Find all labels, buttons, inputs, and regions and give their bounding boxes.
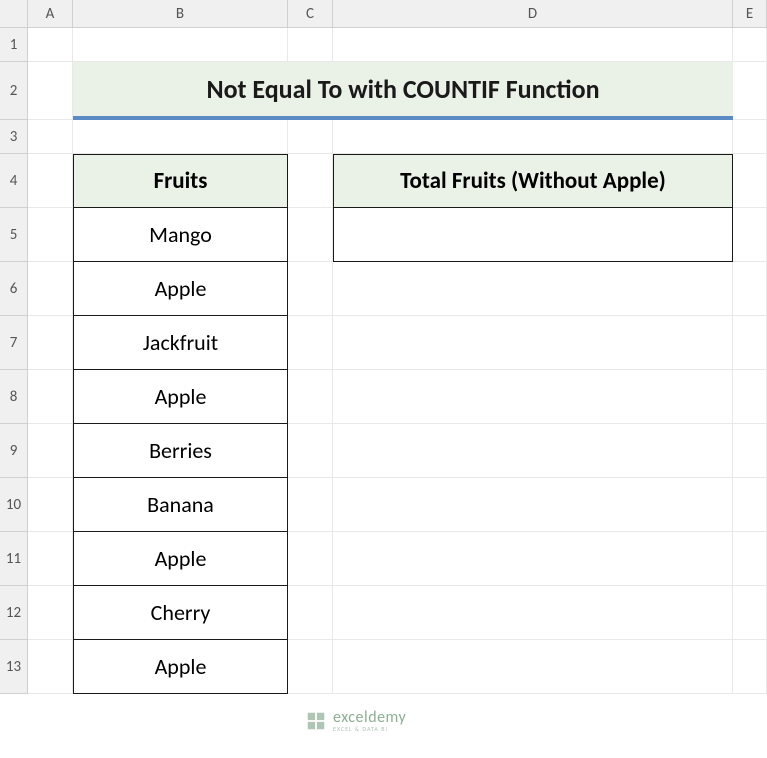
cell-D12[interactable]: [333, 586, 733, 640]
cell-D8[interactable]: [333, 370, 733, 424]
cell-A1[interactable]: [28, 28, 73, 62]
cell-E8[interactable]: [733, 370, 767, 424]
select-all-corner[interactable]: [0, 0, 28, 28]
cell-B9[interactable]: Berries: [73, 424, 288, 478]
cell-A6[interactable]: [28, 262, 73, 316]
watermark-name: exceldemy: [333, 710, 406, 726]
cell-D9[interactable]: [333, 424, 733, 478]
cell-E1[interactable]: [733, 28, 767, 62]
row-header-8[interactable]: 8: [0, 370, 28, 424]
col-header-C[interactable]: C: [288, 0, 333, 28]
cell-C13[interactable]: [288, 640, 333, 694]
cell-E13[interactable]: [733, 640, 767, 694]
cell-C6[interactable]: [288, 262, 333, 316]
cell-E12[interactable]: [733, 586, 767, 640]
cell-E5[interactable]: [733, 208, 767, 262]
cell-C11[interactable]: [288, 532, 333, 586]
header-fruits[interactable]: Fruits: [73, 154, 288, 208]
col-header-E[interactable]: E: [733, 0, 767, 28]
cell-C8[interactable]: [288, 370, 333, 424]
cell-B10[interactable]: Banana: [73, 478, 288, 532]
cell-D6[interactable]: [333, 262, 733, 316]
cell-D7[interactable]: [333, 316, 733, 370]
row-header-9[interactable]: 9: [0, 424, 28, 478]
cell-C1[interactable]: [288, 28, 333, 62]
cell-A4[interactable]: [28, 154, 73, 208]
cell-D13[interactable]: [333, 640, 733, 694]
cell-E11[interactable]: [733, 532, 767, 586]
cell-C7[interactable]: [288, 316, 333, 370]
cell-E9[interactable]: [733, 424, 767, 478]
cell-A7[interactable]: [28, 316, 73, 370]
cell-B3[interactable]: [73, 120, 288, 154]
cell-B7[interactable]: Jackfruit: [73, 316, 288, 370]
cell-D10[interactable]: [333, 478, 733, 532]
logo-icon: [305, 710, 327, 732]
cell-D11[interactable]: [333, 532, 733, 586]
col-header-D[interactable]: D: [333, 0, 733, 28]
row-header-2[interactable]: 2: [0, 62, 28, 120]
row-header-11[interactable]: 11: [0, 532, 28, 586]
title-cell[interactable]: Not Equal To with COUNTIF Function: [73, 62, 733, 120]
cell-E3[interactable]: [733, 120, 767, 154]
col-header-A[interactable]: A: [28, 0, 73, 28]
cell-B13[interactable]: Apple: [73, 640, 288, 694]
cell-B5[interactable]: Mango: [73, 208, 288, 262]
cell-B12[interactable]: Cherry: [73, 586, 288, 640]
watermark-tag: EXCEL & DATA BI: [333, 726, 406, 732]
cell-B8[interactable]: Apple: [73, 370, 288, 424]
cell-B11[interactable]: Apple: [73, 532, 288, 586]
cell-C4[interactable]: [288, 154, 333, 208]
cell-E7[interactable]: [733, 316, 767, 370]
cell-D5-result[interactable]: [333, 208, 733, 262]
spreadsheet-grid[interactable]: A B C D E 1 2 3 4 5 6 7 8 9 10 11 12 13: [0, 0, 767, 694]
cell-D3[interactable]: [333, 120, 733, 154]
col-header-B[interactable]: B: [73, 0, 288, 28]
cell-B1[interactable]: [73, 28, 288, 62]
cell-E10[interactable]: [733, 478, 767, 532]
cell-C12[interactable]: [288, 586, 333, 640]
row-header-1[interactable]: 1: [0, 28, 28, 62]
cell-A12[interactable]: [28, 586, 73, 640]
row-header-10[interactable]: 10: [0, 478, 28, 532]
cell-A3[interactable]: [28, 120, 73, 154]
row-header-3[interactable]: 3: [0, 120, 28, 154]
cell-A8[interactable]: [28, 370, 73, 424]
cell-A5[interactable]: [28, 208, 73, 262]
header-total[interactable]: Total Fruits (Without Apple): [333, 154, 733, 208]
cell-C10[interactable]: [288, 478, 333, 532]
cell-E2[interactable]: [733, 62, 767, 120]
row-header-4[interactable]: 4: [0, 154, 28, 208]
cell-C3[interactable]: [288, 120, 333, 154]
watermark: exceldemy EXCEL & DATA BI: [305, 710, 406, 732]
cell-E6[interactable]: [733, 262, 767, 316]
row-header-12[interactable]: 12: [0, 586, 28, 640]
cell-A9[interactable]: [28, 424, 73, 478]
cell-C9[interactable]: [288, 424, 333, 478]
row-header-13[interactable]: 13: [0, 640, 28, 694]
row-header-7[interactable]: 7: [0, 316, 28, 370]
cell-D1[interactable]: [333, 28, 733, 62]
cell-A11[interactable]: [28, 532, 73, 586]
cell-E4[interactable]: [733, 154, 767, 208]
cell-C5[interactable]: [288, 208, 333, 262]
row-header-6[interactable]: 6: [0, 262, 28, 316]
cell-A10[interactable]: [28, 478, 73, 532]
cell-A13[interactable]: [28, 640, 73, 694]
row-header-5[interactable]: 5: [0, 208, 28, 262]
cell-A2[interactable]: [28, 62, 73, 120]
cell-B6[interactable]: Apple: [73, 262, 288, 316]
